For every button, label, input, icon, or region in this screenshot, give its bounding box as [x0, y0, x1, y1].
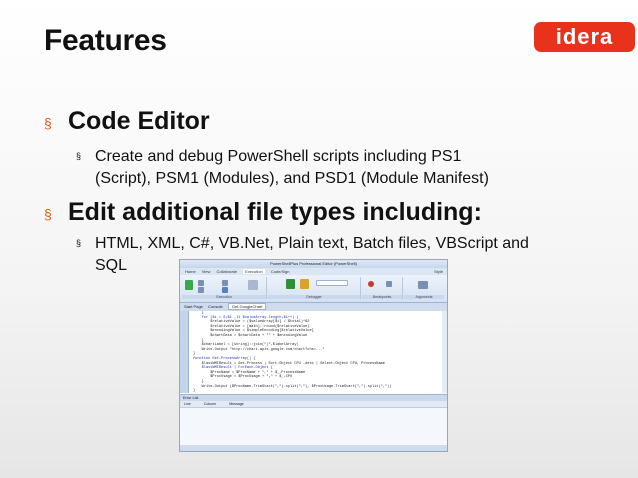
ribbon-group-arguments: Arguments	[404, 277, 444, 299]
ribbon-group-label: Execution	[182, 295, 266, 299]
arguments-icon[interactable]	[418, 281, 428, 289]
step-icon[interactable]	[222, 280, 228, 286]
run-selection-icon[interactable]	[248, 280, 258, 290]
idera-logo: idera	[534, 22, 635, 52]
ribbon-group-debugger: Debugger	[268, 277, 361, 299]
bullet-icon: §	[44, 206, 52, 222]
column-column[interactable]: Column	[204, 402, 216, 406]
debug-icon[interactable]	[286, 279, 295, 289]
stop-icon[interactable]	[198, 287, 204, 293]
column-line[interactable]: Line	[184, 402, 191, 406]
editor-tabstrip: Start Page Console Get-GoogleChart	[180, 303, 447, 311]
error-panel-tabs	[180, 445, 447, 451]
sub-bullet-icon: §	[76, 151, 82, 161]
ribbon-group-label: Arguments	[404, 295, 444, 299]
ribbon-group-label: Breakpoints	[362, 295, 402, 299]
bullet-code-editor: Code Editor	[68, 107, 210, 135]
code-line[interactable]: }	[193, 389, 445, 393]
editor-screenshot: PowerShellPlus Professional Editor (Powe…	[179, 259, 448, 452]
error-list-columns: Line Column Message	[180, 401, 447, 408]
menu-view[interactable]: View	[202, 269, 211, 274]
code-area[interactable]: } for ($i = 0;$i -lt $valueArray.length;…	[189, 311, 445, 393]
editor-side-panel[interactable]	[180, 311, 189, 393]
debugger-field-icon[interactable]	[316, 280, 348, 286]
column-message[interactable]: Message	[229, 402, 244, 406]
editor-titlebar: PowerShellPlus Professional Editor (Powe…	[180, 260, 447, 268]
sub-bullet-line: (Script), PSM1 (Modules), and PSD1 (Modu…	[95, 170, 489, 187]
sub-bullet-line: Create and debug PowerShell scripts incl…	[95, 148, 462, 165]
bullet-edit-file-types: Edit additional file types including:	[68, 198, 482, 226]
ribbon-group-label: Debugger	[268, 295, 360, 299]
menu-codesign[interactable]: Code/Sign	[271, 269, 290, 274]
error-list-panel: Error List Line Column Message	[180, 394, 447, 451]
menu-collaborate[interactable]: Collaborate	[217, 269, 237, 274]
toggle-breakpoint-icon[interactable]	[368, 281, 374, 287]
menu-execution[interactable]: Execution	[243, 269, 265, 274]
editor-ribbon: Execution Debugger Breakpoints Arguments	[180, 275, 447, 303]
pause-icon[interactable]	[198, 280, 204, 286]
bullet-icon: §	[44, 115, 52, 131]
sub-bullet-line: HTML, XML, C#, VB.Net, Plain text, Batch…	[95, 235, 529, 252]
editor-menubar: Home View Collaborate Execution Code/Sig…	[180, 268, 447, 275]
tab-document[interactable]: Get-GoogleChart	[227, 303, 267, 310]
clear-breakpoints-icon[interactable]	[386, 281, 392, 287]
sub-bullet-text: Create and debug PowerShell scripts incl…	[95, 146, 489, 190]
menu-style[interactable]: Style	[434, 268, 443, 275]
sub-bullet-icon: §	[76, 238, 82, 248]
tab-console[interactable]: Console	[208, 304, 223, 309]
run-icon[interactable]	[185, 280, 193, 290]
ribbon-group-breakpoints: Breakpoints	[362, 277, 403, 299]
tab-start-page[interactable]: Start Page	[184, 304, 203, 309]
options-icon[interactable]	[300, 279, 309, 289]
vertical-scrollbar[interactable]	[442, 311, 447, 393]
step-over-icon[interactable]	[222, 287, 228, 293]
menu-home[interactable]: Home	[185, 269, 196, 274]
ribbon-group-execution: Execution	[182, 277, 267, 299]
slide-title: Features	[44, 24, 167, 57]
